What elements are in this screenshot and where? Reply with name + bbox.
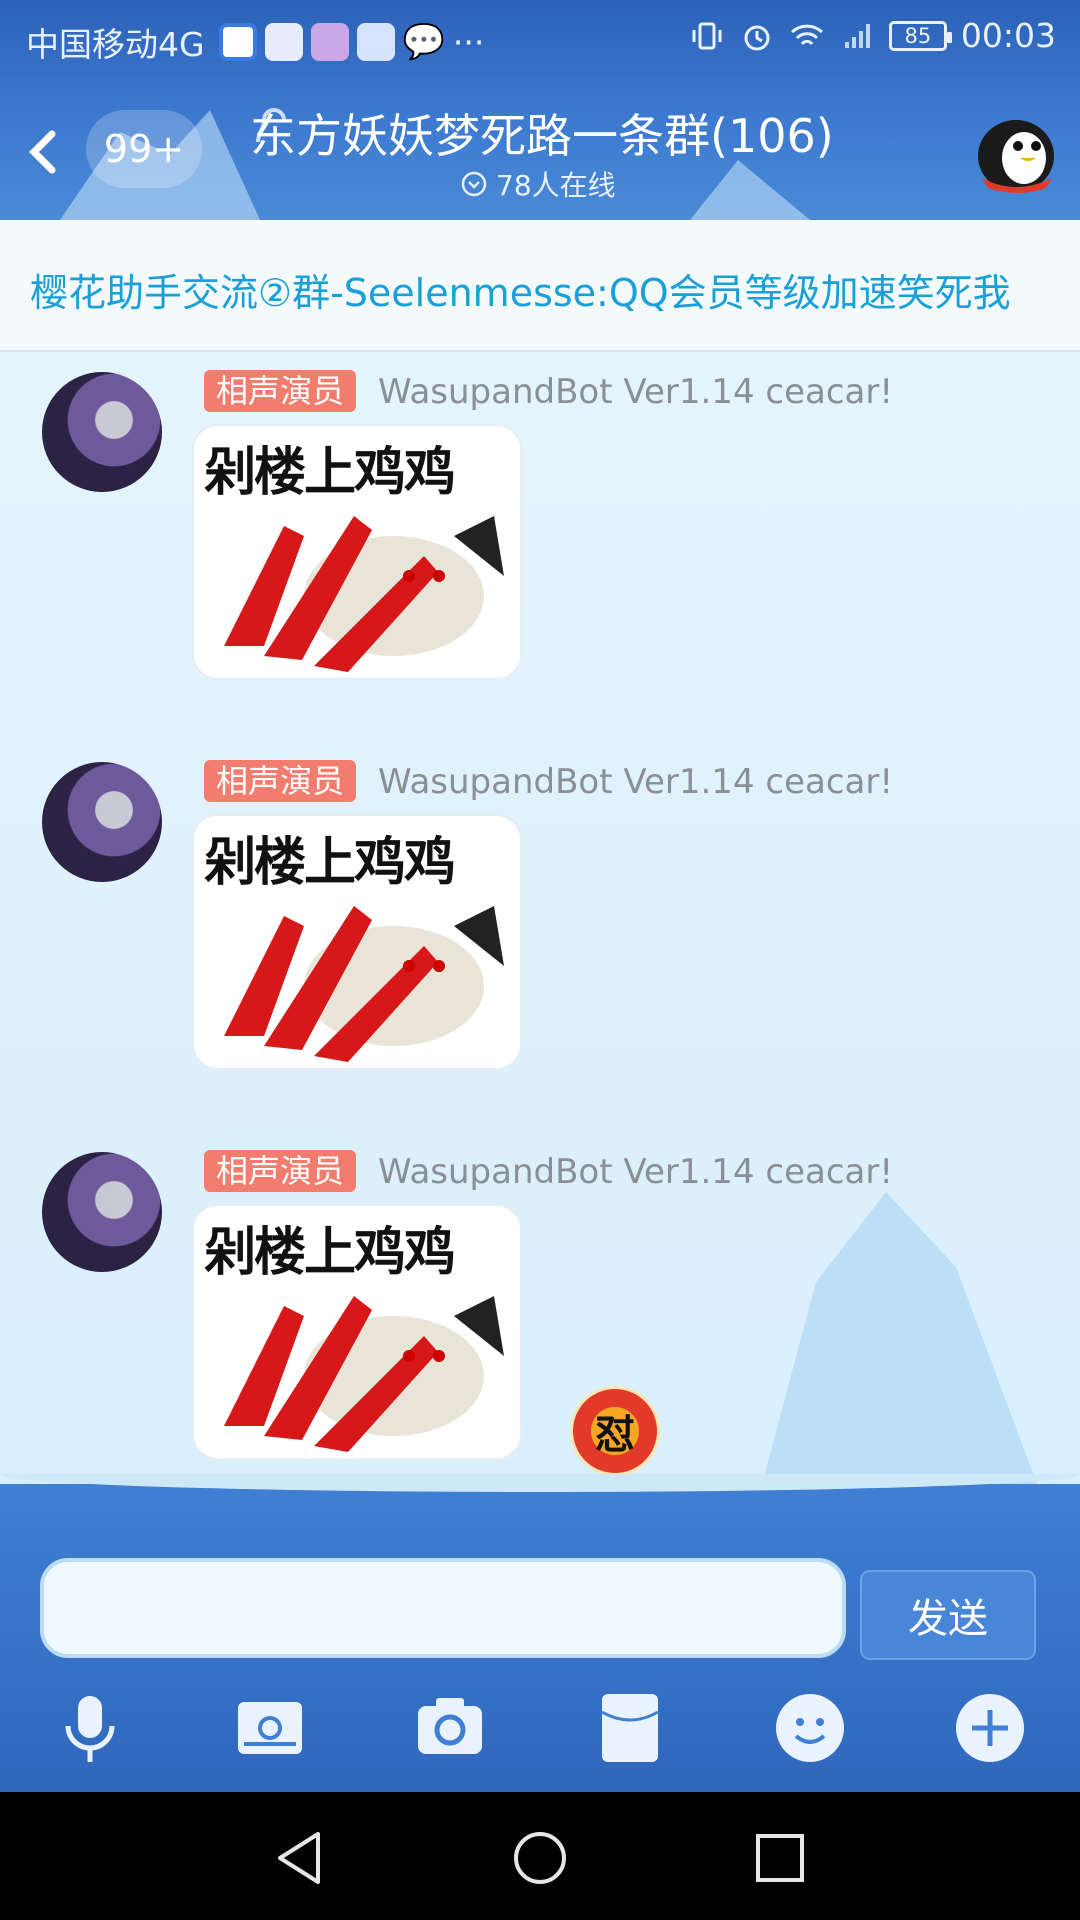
group-announcement-bar[interactable]: 樱花助手交流②群-Seelenmesse:QQ会员等级加速笑死我	[0, 220, 1080, 352]
plus-icon[interactable]	[950, 1688, 1030, 1768]
sender-name[interactable]: WasupandBot Ver1.14 ceacar!	[378, 762, 893, 802]
member-title-tag: 相声演员	[204, 370, 357, 412]
home-circle-icon[interactable]	[510, 1828, 570, 1888]
sender-name[interactable]: WasupandBot Ver1.14 ceacar!	[378, 1152, 893, 1192]
group-title[interactable]: 东方妖妖梦死路一条群(106)	[250, 100, 950, 166]
app-notification-icon	[310, 23, 349, 61]
battery-indicator: 85	[888, 20, 952, 51]
avatar[interactable]	[42, 762, 162, 882]
chat-header: 99+ 东方妖妖梦死路一条群(106) 78人在线	[0, 76, 1080, 220]
app-notification-icon	[264, 23, 303, 61]
floating-emoji-badge[interactable]: 怼	[570, 1386, 660, 1476]
status-bar: 中国移动4G 💬 ··· 85 00:03	[0, 0, 1080, 76]
send-button[interactable]: 发送	[860, 1570, 1036, 1660]
music-notification-icon	[356, 23, 395, 61]
sticker-artwork	[224, 1296, 504, 1452]
app-notification-icon	[218, 23, 257, 61]
top-area: 中国移动4G 💬 ··· 85 00:03 99+ 东方妖妖梦死路一条群(106…	[0, 0, 1080, 220]
online-count[interactable]: 78人在线	[460, 164, 616, 204]
sticker-artwork	[224, 516, 504, 672]
microphone-icon[interactable]	[50, 1688, 130, 1768]
camera-icon[interactable]	[410, 1688, 490, 1768]
image-icon[interactable]	[230, 1688, 310, 1768]
sticker-artwork	[224, 906, 504, 1062]
system-navigation-bar	[0, 1792, 1080, 1920]
more-notifications: ···	[452, 22, 485, 62]
input-area: 发送	[0, 1474, 1080, 1792]
message-item: 相声演员 WasupandBot Ver1.14 ceacar! 剁楼上鸡鸡	[0, 748, 1080, 1128]
carrier-label: 中国移动4G	[26, 25, 205, 64]
avatar[interactable]	[42, 372, 162, 492]
recents-square-icon[interactable]	[750, 1828, 810, 1888]
announcement-text: 樱花助手交流②群-Seelenmesse:QQ会员等级加速笑死我	[30, 271, 1011, 315]
sticker-image[interactable]: 剁楼上鸡鸡	[192, 814, 522, 1070]
emoji-icon[interactable]	[770, 1688, 850, 1768]
online-count-label: 78人在线	[496, 169, 616, 202]
message-item: 相声演员 WasupandBot Ver1.14 ceacar! 剁楼上鸡鸡	[0, 358, 1080, 738]
alarm-icon	[744, 25, 770, 50]
wifi-icon	[790, 24, 823, 45]
chevron-down-icon	[461, 171, 487, 197]
member-title-tag: 相声演员	[204, 760, 357, 802]
unread-count-badge[interactable]: 99+	[86, 110, 202, 188]
message-item: 相声演员 WasupandBot Ver1.14 ceacar! 剁楼上鸡鸡	[0, 1138, 1080, 1492]
back-icon[interactable]	[12, 116, 72, 186]
chat-message-list[interactable]: 相声演员 WasupandBot Ver1.14 ceacar! 剁楼上鸡鸡 相…	[0, 352, 1080, 1492]
message-input[interactable]	[40, 1558, 846, 1658]
signal-icon	[844, 23, 870, 48]
sender-name[interactable]: WasupandBot Ver1.14 ceacar!	[378, 372, 893, 412]
sticker-image[interactable]: 剁楼上鸡鸡	[192, 1204, 522, 1460]
member-title-tag: 相声演员	[204, 1150, 357, 1192]
vibrate-icon	[692, 22, 722, 49]
sticker-image[interactable]: 剁楼上鸡鸡	[192, 424, 522, 680]
avatar[interactable]	[42, 1152, 162, 1272]
back-triangle-icon[interactable]	[270, 1828, 330, 1888]
group-profile-icon[interactable]	[970, 104, 1062, 204]
clock: 00:03	[960, 16, 1056, 55]
message-notification-icon: 💬	[402, 22, 445, 62]
red-packet-icon[interactable]	[590, 1688, 670, 1768]
